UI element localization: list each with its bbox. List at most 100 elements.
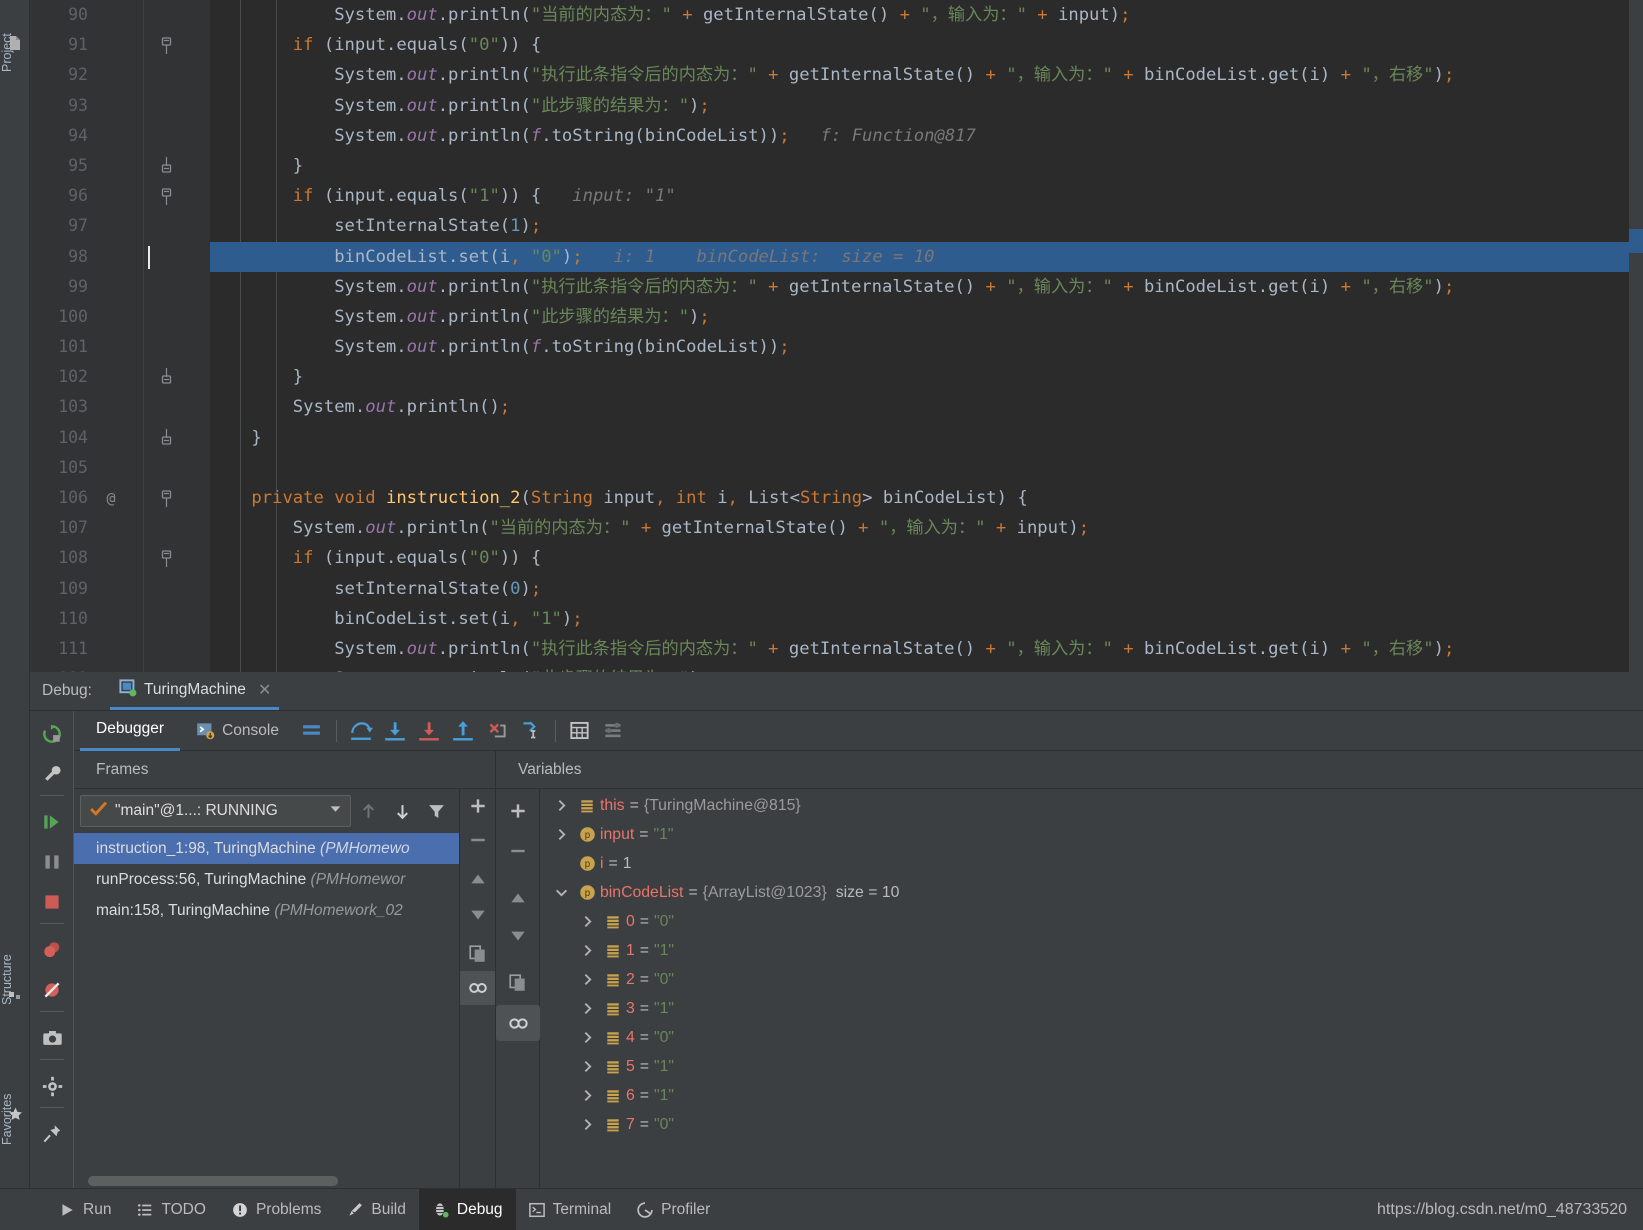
tree-toggle-icon[interactable] bbox=[574, 1089, 600, 1102]
fold-marker[interactable] bbox=[158, 332, 174, 362]
gutter-row[interactable]: 107 bbox=[30, 513, 210, 543]
edit-configurations-icon[interactable] bbox=[33, 755, 71, 793]
code-line[interactable]: } bbox=[210, 423, 1643, 453]
bottom-tab-terminal[interactable]: Terminal bbox=[516, 1189, 625, 1230]
gutter-row[interactable]: 91 bbox=[30, 30, 210, 60]
variable-row[interactable]: 2="0" bbox=[540, 965, 1643, 994]
arrow-up-icon[interactable] bbox=[351, 795, 385, 827]
frames-list[interactable]: instruction_1:98, TuringMachine (PMHomew… bbox=[74, 833, 459, 926]
gutter-row[interactable]: 93 bbox=[30, 91, 210, 121]
force-step-into-icon[interactable] bbox=[412, 711, 446, 751]
gutter-row[interactable]: 94 bbox=[30, 121, 210, 151]
mute-breakpoints-icon[interactable] bbox=[33, 971, 71, 1009]
gutter-row[interactable]: 92 bbox=[30, 60, 210, 90]
code-line[interactable]: private void instruction_2(String input,… bbox=[210, 483, 1643, 513]
variable-row[interactable]: 1="1" bbox=[540, 936, 1643, 965]
code-line[interactable]: System.out.println("执行此条指令后的内态为：" + getI… bbox=[210, 272, 1643, 302]
gutter-row[interactable]: 97 bbox=[30, 211, 210, 241]
stop-icon[interactable] bbox=[33, 883, 71, 921]
add-watch-icon[interactable] bbox=[496, 793, 540, 829]
fold-marker[interactable] bbox=[158, 392, 174, 422]
gutter-row[interactable]: 111 bbox=[30, 634, 210, 664]
gutter-row[interactable]: 99 bbox=[30, 272, 210, 302]
tree-toggle-icon[interactable] bbox=[574, 1002, 600, 1015]
tree-toggle-icon[interactable] bbox=[548, 799, 574, 812]
code-line[interactable]: setInternalState(0); bbox=[210, 574, 1643, 604]
arrow-down-icon[interactable] bbox=[385, 795, 419, 827]
code-line[interactable]: binCodeList.set(i, "1"); bbox=[210, 604, 1643, 634]
fold-marker[interactable] bbox=[158, 483, 174, 513]
tree-toggle-icon[interactable] bbox=[548, 886, 574, 899]
screenshot-icon[interactable] bbox=[33, 1019, 71, 1057]
editor-gutter[interactable]: 90919293949596979899100101102103104105@1… bbox=[30, 0, 210, 672]
move-up-icon[interactable] bbox=[460, 863, 496, 897]
gutter-row[interactable]: 108 bbox=[30, 543, 210, 573]
pin-icon[interactable] bbox=[33, 1115, 71, 1153]
frame-row[interactable]: main:158, TuringMachine (PMHomework_02 bbox=[74, 895, 459, 926]
code-line[interactable]: if (input.equals("1")) { input: "1" bbox=[210, 181, 1643, 211]
tree-toggle-icon[interactable] bbox=[574, 1031, 600, 1044]
copy-value-icon[interactable] bbox=[496, 965, 540, 1001]
tree-toggle-icon[interactable] bbox=[548, 828, 574, 841]
watches-icon[interactable] bbox=[460, 971, 496, 1005]
fold-marker[interactable] bbox=[158, 242, 174, 272]
project-file-icon[interactable] bbox=[6, 34, 24, 52]
settings-icon[interactable] bbox=[597, 711, 631, 751]
code-line[interactable]: System.out.println("此步骤的结果为："); bbox=[210, 664, 1643, 672]
star-icon[interactable] bbox=[6, 1105, 24, 1123]
remove-watch-icon[interactable] bbox=[496, 833, 540, 869]
fold-marker[interactable] bbox=[158, 513, 174, 543]
fold-marker[interactable] bbox=[158, 211, 174, 241]
variable-row[interactable]: pinput="1" bbox=[540, 820, 1643, 849]
code-content[interactable]: System.out.println("当前的内态为：" + getIntern… bbox=[210, 0, 1643, 672]
bottom-tab-build[interactable]: Build bbox=[334, 1189, 418, 1230]
variable-row[interactable]: 5="1" bbox=[540, 1052, 1643, 1081]
add-icon[interactable] bbox=[460, 789, 496, 823]
gutter-row[interactable]: 103 bbox=[30, 392, 210, 422]
fold-marker[interactable] bbox=[158, 604, 174, 634]
tree-toggle-icon[interactable] bbox=[574, 915, 600, 928]
bottom-tab-debug[interactable]: Debug bbox=[419, 1189, 516, 1230]
remove-icon[interactable] bbox=[460, 823, 496, 857]
code-line[interactable]: if (input.equals("0")) { bbox=[210, 30, 1643, 60]
gutter-row[interactable]: 90 bbox=[30, 0, 210, 30]
fold-marker[interactable] bbox=[158, 423, 174, 453]
code-line[interactable]: } bbox=[210, 151, 1643, 181]
code-line[interactable]: System.out.println("当前的内态为：" + getIntern… bbox=[210, 513, 1643, 543]
fold-marker[interactable] bbox=[158, 91, 174, 121]
code-line[interactable]: System.out.println("此步骤的结果为："); bbox=[210, 91, 1643, 121]
gutter-row[interactable]: @106 bbox=[30, 483, 210, 513]
fold-marker[interactable] bbox=[158, 181, 174, 211]
bottom-tab-problems[interactable]: Problems bbox=[219, 1189, 334, 1230]
variable-row[interactable]: this={TuringMachine@815} bbox=[540, 791, 1643, 820]
fold-marker[interactable] bbox=[158, 664, 174, 672]
sidebar-item-favorites[interactable]: Favorites bbox=[0, 1045, 30, 1145]
tab-console[interactable]: Console bbox=[180, 711, 295, 751]
step-over-icon[interactable] bbox=[344, 711, 378, 751]
fold-marker[interactable] bbox=[158, 634, 174, 664]
scrollbar-thumb[interactable] bbox=[88, 1176, 338, 1186]
code-line[interactable] bbox=[210, 453, 1643, 483]
variable-row[interactable]: pbinCodeList={ArrayList@1023}size = 10 bbox=[540, 878, 1643, 907]
variable-row[interactable]: pi=1 bbox=[540, 849, 1643, 878]
fold-marker[interactable] bbox=[158, 302, 174, 332]
gutter-row[interactable]: 112 bbox=[30, 664, 210, 672]
copy-icon[interactable] bbox=[460, 937, 496, 971]
code-line[interactable]: System.out.println(); bbox=[210, 392, 1643, 422]
layout-settings-icon[interactable] bbox=[295, 711, 329, 751]
code-line-current[interactable]: binCodeList.set(i, "0"); i: 1 binCodeLis… bbox=[210, 242, 1643, 272]
tree-toggle-icon[interactable] bbox=[574, 944, 600, 957]
pause-program-icon[interactable] bbox=[33, 843, 71, 881]
step-out-icon[interactable] bbox=[446, 711, 480, 751]
move-down-icon[interactable] bbox=[460, 897, 496, 931]
variable-row[interactable]: 4="0" bbox=[540, 1023, 1643, 1052]
move-up-icon[interactable] bbox=[496, 881, 540, 917]
variables-tree[interactable]: this={TuringMachine@815}pinput="1"pi=1pb… bbox=[540, 789, 1643, 1188]
variable-row[interactable]: 3="1" bbox=[540, 994, 1643, 1023]
tab-debugger[interactable]: Debugger bbox=[80, 711, 180, 751]
code-line[interactable]: if (input.equals("0")) { bbox=[210, 543, 1643, 573]
tree-toggle-icon[interactable] bbox=[574, 973, 600, 986]
bottom-tab-profiler[interactable]: Profiler bbox=[624, 1189, 723, 1230]
structure-icon[interactable] bbox=[6, 987, 24, 1005]
view-breakpoints-icon[interactable] bbox=[33, 931, 71, 969]
